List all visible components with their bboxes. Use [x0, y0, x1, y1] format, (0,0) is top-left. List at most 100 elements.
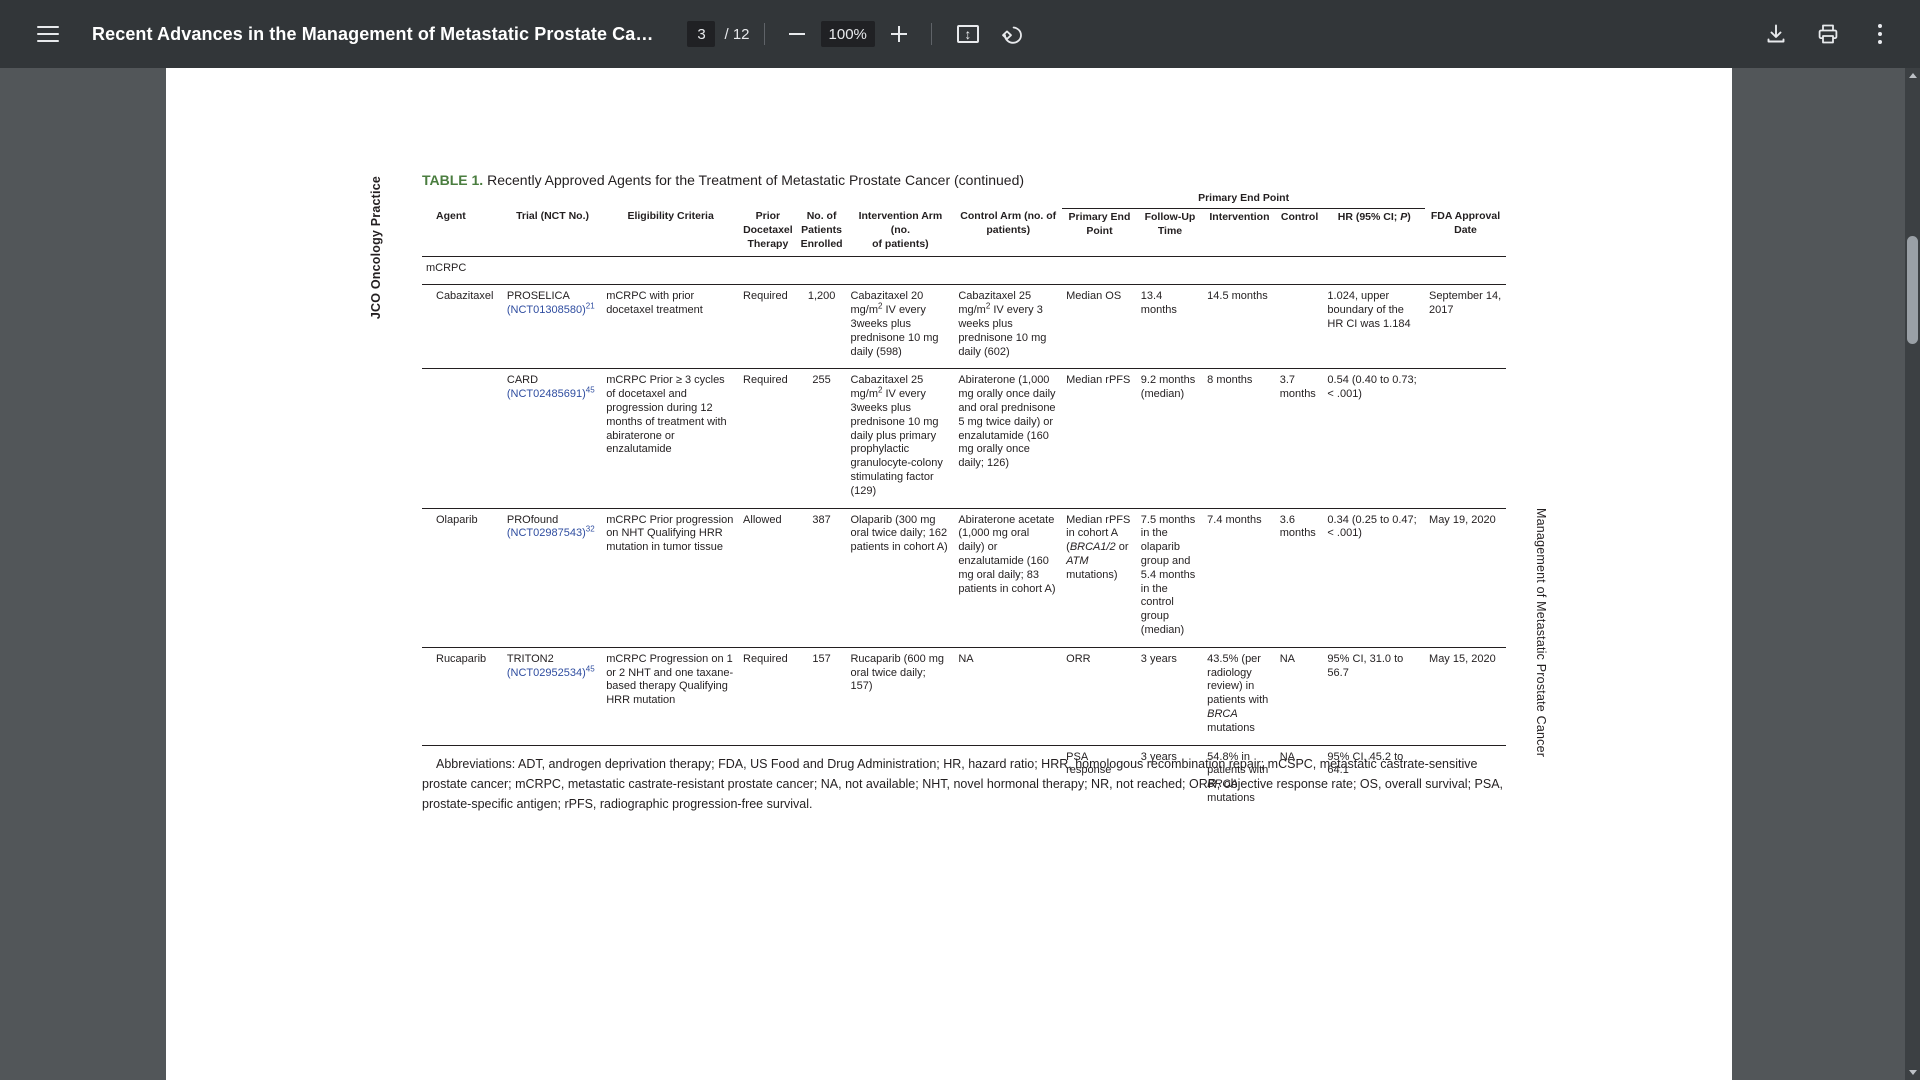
col-header-no-patients: No. of Patients Enrolled: [800, 210, 843, 250]
nct-link[interactable]: (NCT02485691)45: [507, 386, 595, 400]
table-row: Olaparib PROfound (NCT02987543)32 mCRPC Pri…: [422, 507, 1506, 648]
vertical-scrollbar[interactable]: [1905, 68, 1920, 1080]
scrollbar-thumb[interactable]: [1907, 236, 1918, 344]
cell-fda-date: September 14, 2017: [1425, 284, 1506, 369]
cell-agent: Olaparib: [422, 507, 503, 648]
nct-link[interactable]: (NCT02952534)45: [507, 664, 595, 678]
download-button[interactable]: [1754, 12, 1798, 56]
col-header-hr: HR (95% CI; P): [1337, 210, 1411, 223]
cell-intervention-arm: Olaparib (300 mg oral twice daily; 162 p…: [846, 507, 955, 648]
pdf-viewer-toolbar: Recent Advances in the Management of Met…: [0, 0, 1920, 68]
cell-intervention-arm: Cabazitaxel 25 mg/m2 IV every 3weeks plu…: [846, 368, 955, 509]
cell-primary-end-point: Median OS: [1062, 284, 1137, 369]
cell-intervention: 43.5% (per radiology review) in patients…: [1203, 646, 1276, 746]
page-navigation: / 12: [687, 21, 750, 47]
cell-hr: 0.34 (0.25 to 0.47; < .001): [1323, 507, 1426, 648]
cell-no-patients: 387: [796, 507, 847, 648]
cell-control: 3.7 months: [1275, 368, 1324, 509]
sidebar-toggle-button[interactable]: [26, 12, 70, 56]
col-header-intervention: Intervention: [1209, 210, 1270, 223]
col-header-intervention-arm: Intervention Arm (no. of patients): [858, 210, 943, 250]
primary-end-point-group-header: Primary End Point: [1062, 190, 1426, 209]
cell-control: 3.6 months: [1275, 507, 1324, 648]
cell-intervention-arm: Cabazitaxel 20 mg/m2 IV every 3weeks plu…: [846, 284, 955, 369]
cell-primary-end-point: ORR: [1062, 646, 1137, 746]
table-body: mCRPC Cabazitaxel PROSELICA (NCT01308580)21…: [422, 256, 1506, 815]
col-header-eligibility: Eligibility Criteria: [627, 210, 714, 223]
col-header-follow-up: Follow-Up Time: [1144, 210, 1196, 237]
print-button[interactable]: [1806, 12, 1850, 56]
table-section-row: mCRPC: [422, 256, 1506, 285]
cell-eligibility: mCRPC Progression on 1 or 2 NHT and one …: [602, 646, 740, 746]
table-number-label: TABLE 1.: [422, 172, 484, 188]
cell-control: NA: [1275, 646, 1324, 746]
cell-intervention: 14.5 months: [1203, 284, 1276, 369]
cell-follow-up: 7.5 months in the olaparib group and 5.4…: [1136, 507, 1204, 648]
rotate-counterclockwise-icon: [1001, 26, 1022, 44]
cell-agent: Rucaparib: [422, 646, 503, 746]
cell-trial: TRITON2 (NCT02952534)45: [502, 646, 603, 746]
page-total-label: / 12: [724, 25, 750, 43]
col-header-control-arm: Control Arm (no. of patients): [960, 210, 1057, 237]
cell-control-arm: NA: [954, 646, 1063, 746]
cell-control-arm: Abiraterone (1,000 mg orally once daily …: [954, 368, 1063, 509]
scroll-up-arrow[interactable]: [1905, 68, 1920, 83]
zoom-out-button[interactable]: [779, 16, 815, 52]
cell-prior-docetaxel: Required: [739, 368, 797, 509]
cell-eligibility: mCRPC with prior docetaxel treatment: [602, 284, 740, 369]
cell-prior-docetaxel: Allowed: [739, 507, 797, 648]
toolbar-divider-2: [930, 23, 932, 45]
data-table: Primary End Point Agent Trial (NCT No.) …: [422, 190, 1506, 815]
download-icon: [1767, 24, 1785, 43]
col-header-trial: Trial (NCT No.): [516, 210, 589, 223]
more-options-button[interactable]: [1858, 12, 1902, 56]
article-side-label: Management of Metastatic Prostate Cancer: [1534, 508, 1548, 758]
pdf-viewer-canvas: JCO Oncology Practice Management of Meta…: [0, 68, 1920, 1080]
cell-control: [1275, 284, 1324, 369]
table-caption: TABLE 1. Recently Approved Agents for th…: [422, 172, 1024, 188]
page-number-input[interactable]: [687, 21, 716, 47]
print-icon: [1818, 24, 1838, 44]
zoom-in-button[interactable]: [881, 16, 917, 52]
cell-trial: PROfound (NCT02987543)32: [502, 507, 603, 648]
nct-link[interactable]: (NCT02987543)32: [507, 525, 595, 539]
toolbar-divider: [763, 23, 765, 45]
cell-intervention: 8 months: [1203, 368, 1276, 509]
cell-primary-end-point: Median rPFS in cohort A (BRCA1/2 or ATM …: [1062, 507, 1137, 648]
cell-agent: [422, 368, 503, 509]
cell-fda-date: May 15, 2020: [1425, 646, 1506, 746]
cell-hr: 1.024, upper boundary of the HR CI was 1…: [1323, 284, 1426, 369]
rotate-button[interactable]: [990, 12, 1034, 56]
fit-to-page-button[interactable]: [946, 12, 990, 56]
toolbar-right-actions: [1754, 12, 1902, 56]
cell-agent: Cabazitaxel: [422, 284, 503, 369]
cell-trial: CARD (NCT02485691)45: [502, 368, 603, 509]
plus-icon-vertical: [897, 26, 900, 42]
col-header-prior-docetaxel: Prior Docetaxel Therapy: [743, 210, 793, 250]
cell-follow-up: 9.2 months (median): [1136, 368, 1204, 509]
cell-primary-end-point: Median rPFS: [1062, 368, 1137, 509]
table-row: Cabazitaxel PROSELICA (NCT01308580)21 mCRPC…: [422, 284, 1506, 369]
table-head: Primary End Point Agent Trial (NCT No.) …: [422, 190, 1506, 257]
cell-fda-date: [1425, 368, 1506, 509]
zoom-controls: 100%: [779, 16, 917, 52]
table-group-header-row: Primary End Point: [422, 190, 1506, 209]
abbreviations-note: Abbreviations: ADT, androgen deprivation…: [422, 757, 1504, 811]
col-header-agent: Agent: [436, 210, 466, 223]
nct-link[interactable]: (NCT01308580)21: [507, 302, 595, 316]
pdf-page-content: JCO Oncology Practice Management of Meta…: [166, 68, 1732, 1080]
table-caption-text: Recently Approved Agents for the Treatme…: [487, 172, 1025, 188]
table-row: CARD (NCT02485691)45 mCRPC Prior ≥ 3 cycle…: [422, 368, 1506, 509]
cell-intervention-arm: Rucaparib (600 mg oral twice daily; 157): [846, 646, 955, 746]
cell-no-patients: 1,200: [796, 284, 847, 369]
document-title: Recent Advances in the Management of Met…: [92, 23, 654, 44]
cell-eligibility: mCRPC Prior progression on NHT Qualifyin…: [602, 507, 740, 648]
col-header-control: Control: [1280, 210, 1319, 223]
col-header-primary-end-point: Primary End Point: [1068, 210, 1131, 237]
cell-prior-docetaxel: Required: [739, 284, 797, 369]
cell-prior-docetaxel: Required: [739, 646, 797, 746]
cell-intervention: 7.4 months: [1203, 507, 1276, 648]
zoom-level-value[interactable]: 100%: [820, 21, 875, 47]
scroll-down-arrow[interactable]: [1905, 1065, 1920, 1080]
table-row: Rucaparib TRITON2 (NCT02952534)45 mCRPC Pro…: [422, 646, 1506, 746]
